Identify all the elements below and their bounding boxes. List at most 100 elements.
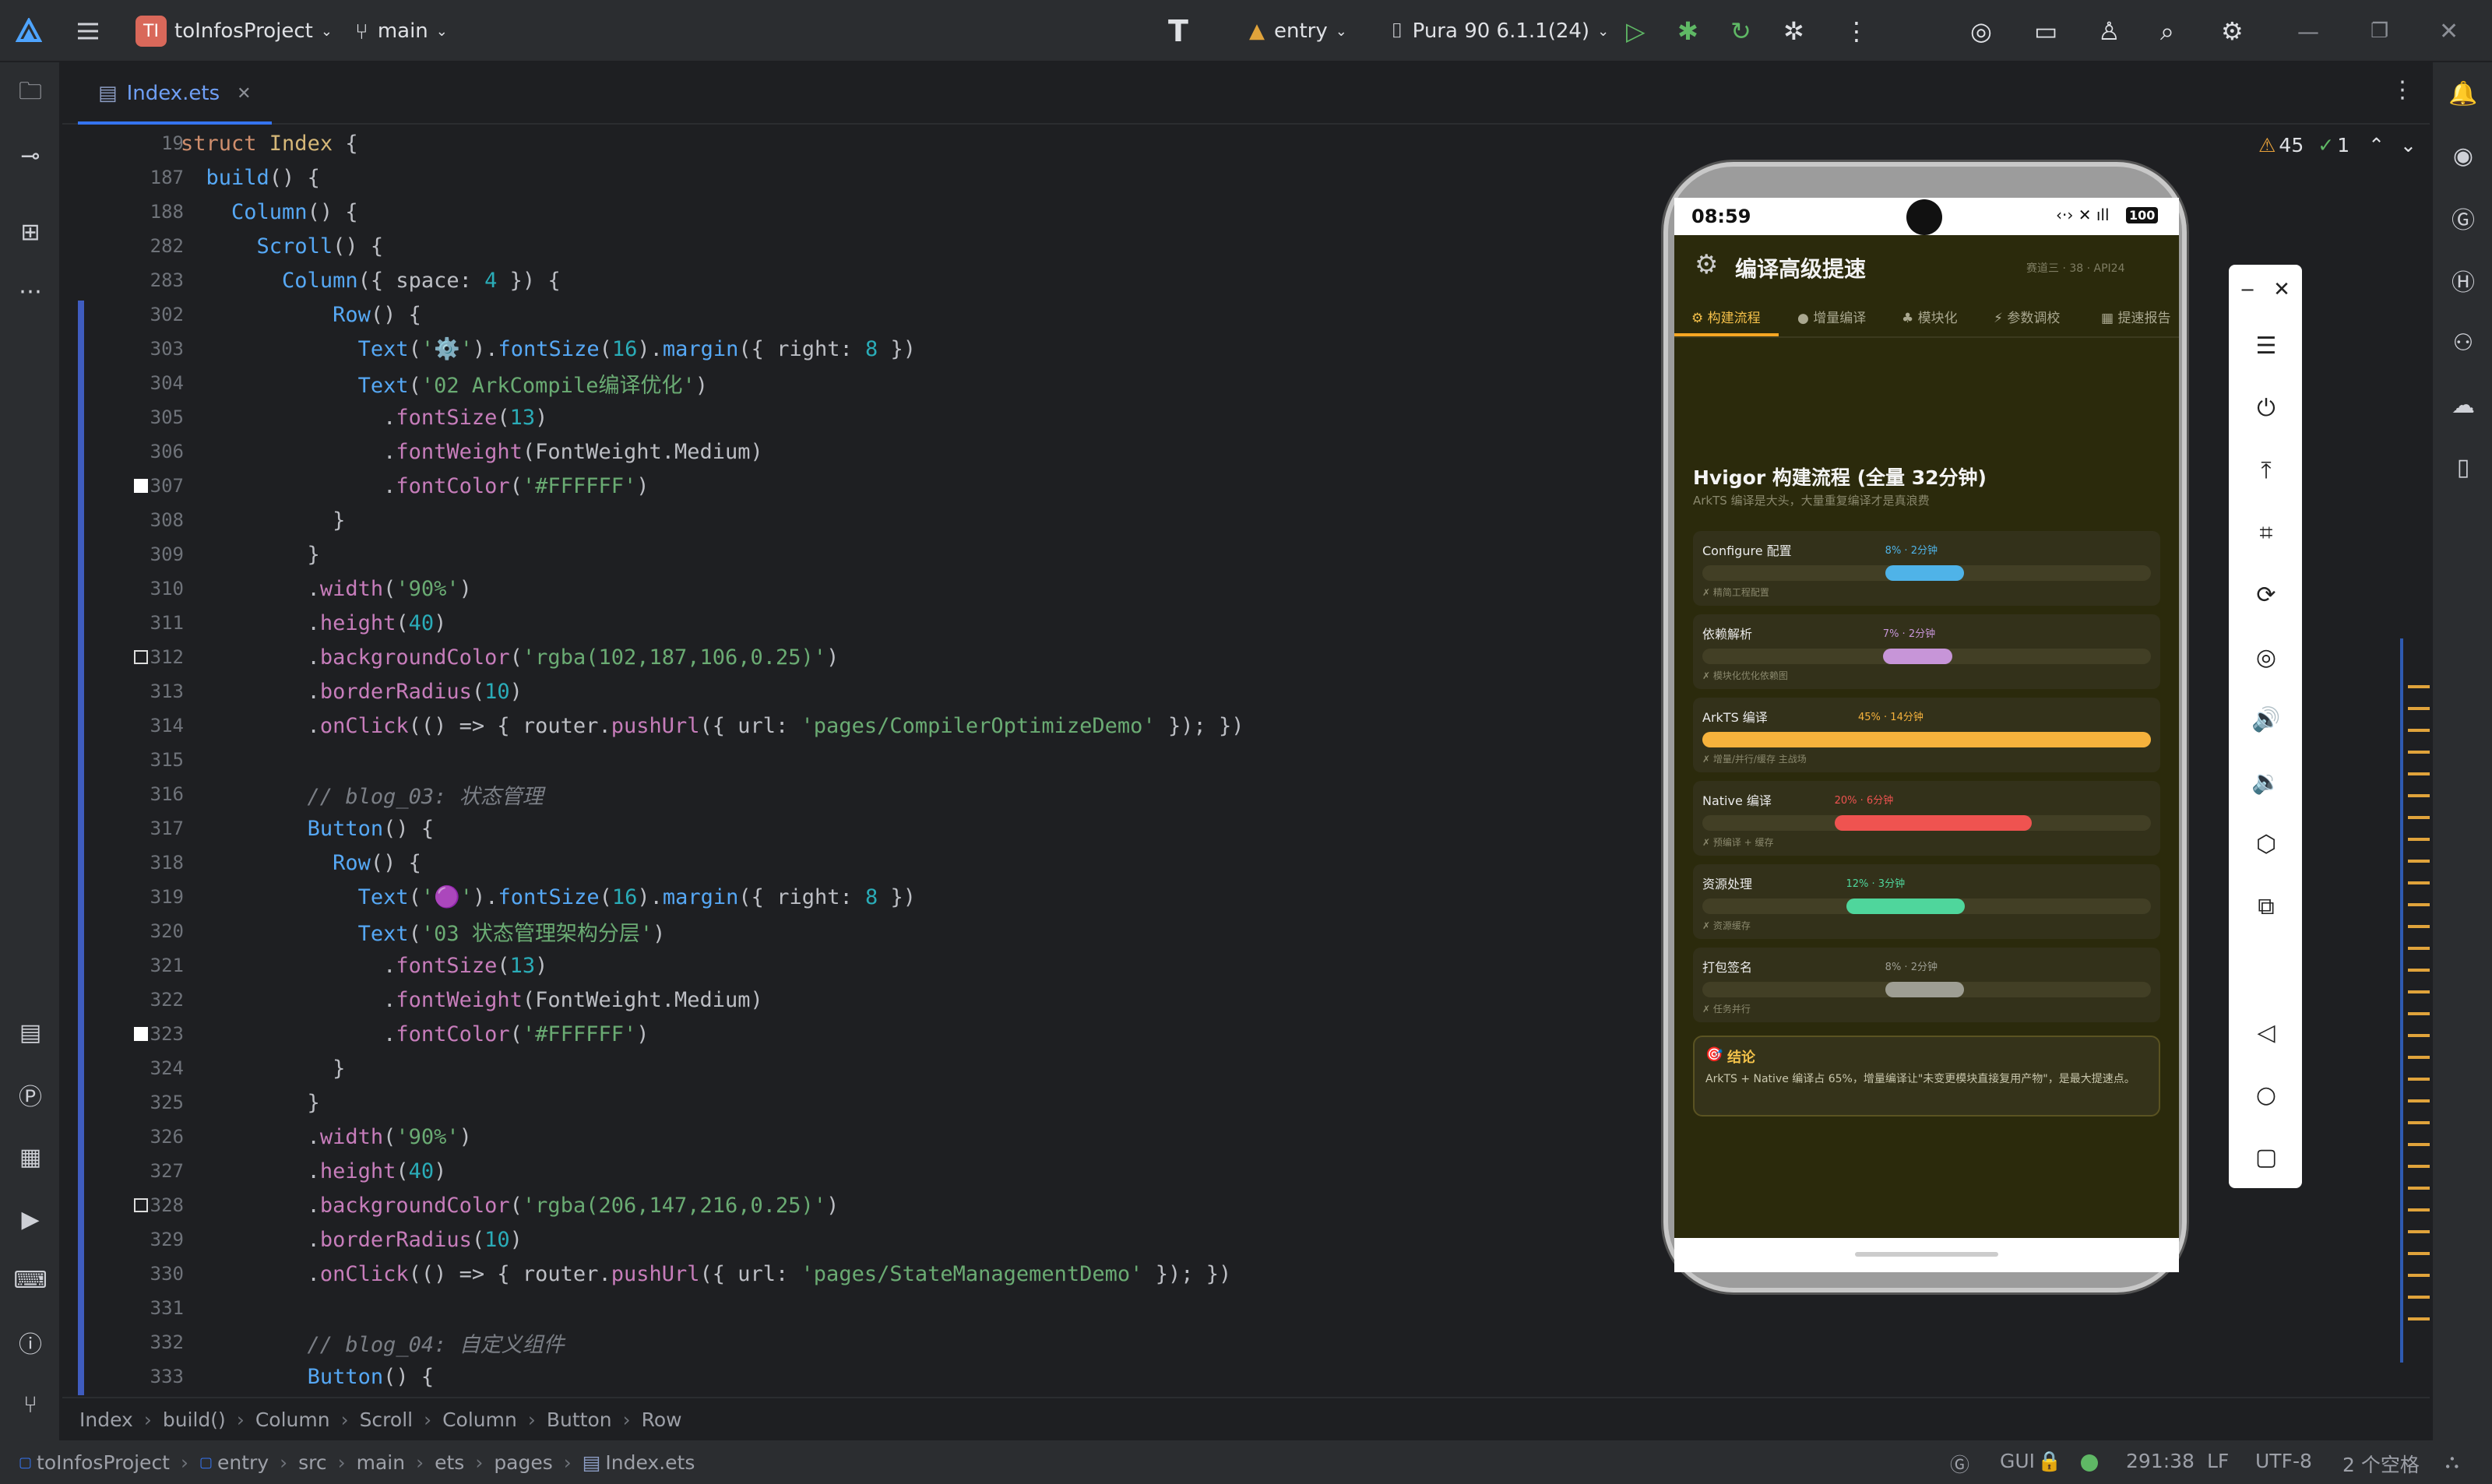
terminal-icon[interactable]: ⌨	[13, 1263, 48, 1297]
recents-icon[interactable]: ▢	[2251, 1141, 2282, 1173]
chevron-down-icon[interactable]: ⌄	[2400, 134, 2416, 156]
code-line[interactable]: 282 Scroll() {	[62, 229, 1667, 263]
commit-icon[interactable]: ⊸	[13, 139, 48, 173]
breadcrumb-item[interactable]: Scroll	[360, 1408, 414, 1431]
run-icon[interactable]: ▷	[1626, 0, 1645, 62]
branch-selector[interactable]: ⑂ main ⌄	[355, 0, 448, 62]
breadcrumb-item[interactable]: build()	[163, 1408, 226, 1431]
code-line[interactable]: 187 build() {	[62, 160, 1667, 195]
code-line[interactable]: 327 .height(40)	[62, 1154, 1667, 1188]
scrollbar-track[interactable]	[2400, 638, 2403, 1363]
code-line[interactable]: 331	[62, 1291, 1667, 1325]
code-line[interactable]: 309 }	[62, 537, 1667, 571]
code-line[interactable]: 188 Column() {	[62, 195, 1667, 229]
code-line[interactable]: 322 .fontWeight(FontWeight.Medium)	[62, 983, 1667, 1017]
code-line[interactable]: 332 // blog_04: 自定义组件	[62, 1325, 1667, 1359]
project-selector[interactable]: TI toInfosProject ⌄	[136, 0, 333, 62]
code-line[interactable]: 311 .height(40)	[62, 606, 1667, 640]
code-line[interactable]: 316 // blog_03: 状态管理	[62, 777, 1667, 811]
app-logo-icon[interactable]	[16, 0, 42, 62]
code-line[interactable]: 304 Text('02 ArkCompile编译优化')	[62, 366, 1667, 400]
app-tab[interactable]: ● 增量编译	[1797, 307, 1866, 326]
preview-eye-icon[interactable]: ◉	[2446, 139, 2480, 173]
path-item[interactable]: main	[357, 1451, 405, 1474]
apply-changes-icon[interactable]: ↻	[1730, 0, 1751, 62]
more-horizontal-icon[interactable]: ⋯	[13, 274, 48, 308]
crop-screenshot-icon[interactable]: ⌗	[2251, 517, 2282, 548]
code-line[interactable]: 19 struct Index {	[62, 126, 1667, 160]
color-swatch-icon[interactable]	[134, 479, 148, 493]
back-icon[interactable]: ◁	[2251, 1017, 2282, 1048]
project-folder-icon[interactable]: 🗀	[13, 76, 48, 111]
codegenie-icon[interactable]: Ⓖ	[2446, 201, 2480, 235]
app-tab[interactable]: ▦ 提速报告	[2101, 307, 2170, 326]
home-indicator[interactable]	[1855, 1252, 1998, 1257]
home-icon[interactable]: ○	[2251, 1079, 2282, 1110]
indent-setting[interactable]: 2 个空格	[2342, 1450, 2420, 1478]
code-line[interactable]: 310 .width('90%')	[62, 571, 1667, 606]
caret-position[interactable]: 291:38	[2126, 1450, 2195, 1472]
structure-icon[interactable]: ⊞	[13, 215, 48, 249]
codegenie-status-icon[interactable]: Ⓖ	[1950, 1450, 1969, 1478]
code-line[interactable]: 325 }	[62, 1085, 1667, 1120]
notifications-icon[interactable]: 🔔	[2446, 76, 2480, 111]
close-icon[interactable]: ✕	[2439, 0, 2459, 62]
maximize-icon[interactable]: ❐	[2371, 0, 2388, 62]
inspection-widget[interactable]: ⚠ 45 ✓ 1 ⌃ ⌄	[2258, 134, 2416, 156]
minimize-icon[interactable]: −	[2232, 274, 2263, 305]
breadcrumb-item[interactable]: Row	[642, 1408, 682, 1431]
multi-device-icon[interactable]: ⧉	[2251, 891, 2282, 922]
attach-debugger-icon[interactable]: ✲	[1783, 0, 1804, 62]
text-tool-icon[interactable]: T	[1168, 0, 1188, 62]
code-line[interactable]: 308 }	[62, 503, 1667, 537]
path-item[interactable]: src	[298, 1451, 327, 1474]
code-line[interactable]: 314 .onClick(() => { router.pushUrl({ ur…	[62, 709, 1667, 743]
code-line[interactable]: 324 }	[62, 1051, 1667, 1085]
profiler-icon[interactable]: Ⓟ	[13, 1078, 48, 1112]
target-icon[interactable]: ◎	[1970, 0, 1992, 62]
phone-screen[interactable]: 08:59 ‹·› ✕ ıll 100 ⚙ 编译高级提速 赛道三 · 38 · …	[1674, 198, 2179, 1272]
code-line[interactable]: 306 .fontWeight(FontWeight.Medium)	[62, 434, 1667, 469]
code-line[interactable]: 305 .fontSize(13)	[62, 400, 1667, 434]
code-line[interactable]: 323 .fontColor('#FFFFFF')	[62, 1017, 1667, 1051]
menu-icon[interactable]: ☰	[2251, 330, 2282, 361]
path-item[interactable]: entry	[217, 1451, 269, 1474]
code-line[interactable]: 330 .onClick(() => { router.pushUrl({ ur…	[62, 1257, 1667, 1291]
search-icon[interactable]: ⌕	[2160, 0, 2174, 62]
line-separator[interactable]: LF	[2207, 1450, 2229, 1472]
code-line[interactable]: 317 Button() {	[62, 811, 1667, 846]
gui-status[interactable]: GUI	[2000, 1450, 2035, 1472]
path-item[interactable]: toInfosProject	[37, 1451, 170, 1474]
rotate-icon[interactable]: ⟳	[2251, 579, 2282, 610]
code-line[interactable]: 283 Column({ space: 4 }) {	[62, 263, 1667, 297]
code-line[interactable]: 315	[62, 743, 1667, 777]
chevron-up-icon[interactable]: ⌃	[2368, 134, 2385, 156]
device-selector[interactable]: ⌷ Pura 90 6.1.1(24) ⌄	[1391, 0, 1609, 62]
todo-icon[interactable]: ▦	[13, 1140, 48, 1174]
path-item[interactable]: pages	[494, 1451, 552, 1474]
path-item[interactable]: ets	[435, 1451, 464, 1474]
git-icon[interactable]: ⑂	[13, 1387, 48, 1422]
more-vertical-icon[interactable]: ⋮	[1844, 0, 1869, 62]
code-line[interactable]: 329 .borderRadius(10)	[62, 1222, 1667, 1257]
settings-gear-icon[interactable]: ⚙	[2221, 0, 2244, 62]
code-line[interactable]: 319 Text('🟣').fontSize(16).margin({ righ…	[62, 880, 1667, 914]
code-line[interactable]: 333 Button() {	[62, 1359, 1667, 1394]
main-menu-icon[interactable]	[75, 0, 101, 62]
code-editor[interactable]: 19 struct Index {187 build() {188 Column(…	[62, 126, 1676, 1395]
harmony-icon[interactable]: Ⓗ	[2446, 263, 2480, 297]
code-line[interactable]: 312 .backgroundColor('rgba(102,187,106,0…	[62, 640, 1667, 674]
color-swatch-icon[interactable]	[134, 1027, 148, 1041]
app-tab[interactable]: ⚙ 构建流程	[1691, 307, 1761, 326]
assistant-icon[interactable]: ⚇	[2446, 325, 2480, 360]
code-line[interactable]: 320 Text('03 状态管理架构分层')	[62, 914, 1667, 948]
problems-icon[interactable]: ⓘ	[13, 1325, 48, 1359]
fold-icon[interactable]: ⬡	[2251, 828, 2282, 860]
path-item[interactable]: Index.ets	[605, 1451, 695, 1474]
read-only-toggle-icon[interactable]: ⛬	[2445, 1450, 2459, 1473]
breadcrumb-item[interactable]: Button	[547, 1408, 612, 1431]
code-line[interactable]: 328 .backgroundColor('rgba(206,147,216,0…	[62, 1188, 1667, 1222]
file-encoding[interactable]: UTF-8	[2255, 1450, 2312, 1472]
breadcrumb-item[interactable]: Index	[79, 1408, 133, 1431]
module-selector[interactable]: ▲ entry ⌄	[1249, 0, 1347, 62]
